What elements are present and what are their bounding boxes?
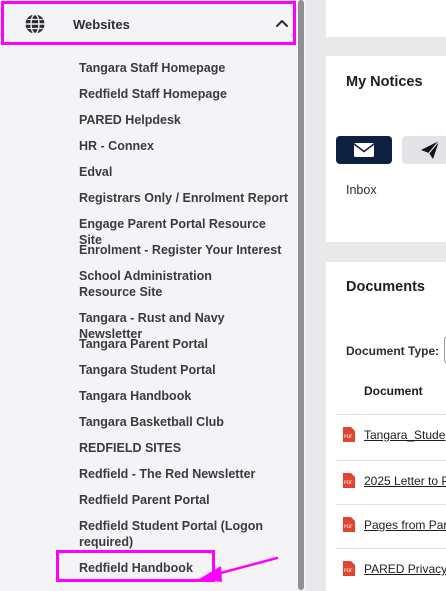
sidebar: Websites Tangara Staff Homepage Redfield…: [0, 0, 296, 591]
top-card: [326, 0, 446, 37]
annotation-arrow: [199, 556, 279, 582]
document-row: PDF PARED Privacy: [336, 548, 446, 588]
document-type-label: Document Type:: [346, 344, 440, 358]
link-edval[interactable]: Edval: [79, 164, 289, 180]
section-title: Websites: [73, 17, 130, 32]
documents-title: Documents: [346, 279, 425, 295]
document-link[interactable]: Pages from Par: [364, 518, 446, 532]
link-pared-helpdesk[interactable]: PARED Helpdesk: [79, 112, 289, 128]
annotation-highlight-box: [56, 550, 215, 582]
link-redfield-student-portal[interactable]: Redfield Student Portal (Logon required): [79, 518, 264, 550]
pdf-icon: PDF: [343, 561, 355, 576]
link-tangara-student-portal[interactable]: Tangara Student Portal: [79, 362, 289, 378]
svg-text:PDF: PDF: [344, 568, 353, 574]
link-enrolment-register[interactable]: Enrolment - Register Your Interest: [79, 242, 289, 258]
pdf-icon: PDF: [343, 427, 355, 442]
pdf-icon: PDF: [343, 517, 355, 532]
sent-button[interactable]: [402, 136, 446, 164]
link-redfield-parent-portal[interactable]: Redfield Parent Portal: [79, 492, 289, 508]
sidebar-scrollbar-thumb[interactable]: [298, 0, 304, 590]
envelope-icon: [353, 143, 375, 157]
link-tangara-parent-portal[interactable]: Tangara Parent Portal: [79, 336, 289, 352]
link-school-admin-resource[interactable]: School Administration Resource Site: [79, 268, 269, 300]
documents-card: Documents Document Type: Document PDF Ta…: [326, 262, 446, 591]
link-redfield-red-newsletter[interactable]: Redfield - The Red Newsletter: [79, 466, 289, 482]
svg-text:PDF: PDF: [344, 434, 353, 440]
document-row: PDF Pages from Par: [336, 504, 446, 544]
inbox-button[interactable]: [336, 136, 392, 164]
link-registrars-enrolment-report[interactable]: Registrars Only / Enrolment Report: [79, 190, 289, 206]
link-tangara-staff-homepage[interactable]: Tangara Staff Homepage: [79, 60, 289, 76]
link-tangara-basketball-club[interactable]: Tangara Basketball Club: [79, 414, 289, 430]
chevron-up-icon[interactable]: [275, 18, 289, 28]
document-link[interactable]: PARED Privacy: [364, 562, 446, 576]
notices-title: My Notices: [346, 74, 423, 90]
link-hr-connex[interactable]: HR - Connex: [79, 138, 289, 154]
globe-icon: [25, 13, 45, 35]
pdf-icon: PDF: [343, 473, 355, 488]
svg-text:PDF: PDF: [344, 524, 353, 530]
paper-plane-icon: [421, 140, 440, 159]
websites-section-header[interactable]: Websites: [1, 1, 296, 45]
svg-text:PDF: PDF: [344, 480, 353, 486]
document-row: PDF 2025 Letter to P: [336, 460, 446, 500]
document-link[interactable]: 2025 Letter to P: [364, 474, 446, 488]
document-row: PDF Tangara_Stude: [336, 414, 446, 454]
link-redfield-sites[interactable]: REDFIELD SITES: [79, 440, 289, 456]
inbox-label: Inbox: [346, 183, 377, 197]
link-redfield-staff-homepage[interactable]: Redfield Staff Homepage: [79, 86, 289, 102]
my-notices-card: My Notices Inbox: [326, 56, 446, 242]
document-column-header[interactable]: Document: [364, 384, 423, 398]
link-tangara-handbook[interactable]: Tangara Handbook: [79, 388, 289, 404]
document-link[interactable]: Tangara_Stude: [364, 428, 445, 442]
